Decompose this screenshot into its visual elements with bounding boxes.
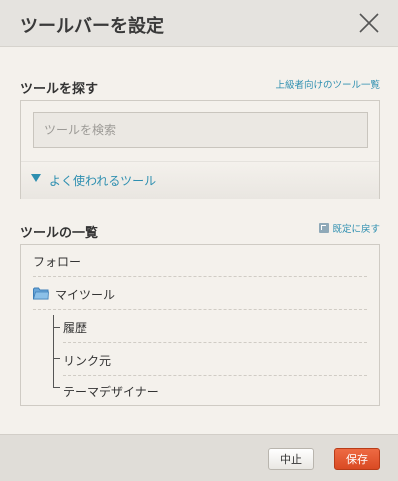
tool-list-heading: ツールの一覧 <box>20 226 99 241</box>
tool-item-history[interactable]: 履歴 <box>63 311 367 343</box>
tool-search-input[interactable] <box>33 112 368 148</box>
triangle-down-icon <box>31 174 41 182</box>
save-button[interactable]: 保存 <box>334 448 380 470</box>
tool-item-my-tools-folder[interactable]: マイツール <box>32 278 367 310</box>
tool-item-label: フォロー <box>33 255 82 269</box>
advanced-tools-link[interactable]: 上級者向けのツール一覧 <box>275 77 380 91</box>
tool-item-referrers[interactable]: リンク元 <box>63 344 367 376</box>
restore-defaults-link[interactable]: 既定に戻す <box>319 221 380 235</box>
restore-icon <box>319 223 330 233</box>
tool-item-theme-designer[interactable]: テーマデザイナー <box>63 375 367 406</box>
tool-list: フォロー マイツール 履歴 リンク元 テーマデザイナー <box>20 244 380 406</box>
tool-item-label: リンク元 <box>63 354 112 368</box>
tool-item-follow[interactable]: フォロー <box>33 245 367 277</box>
tool-item-label: マイツール <box>55 288 116 302</box>
tree-branch-line <box>53 375 61 388</box>
frequent-tools-toggle[interactable]: よく使われるツール <box>21 161 379 199</box>
tree-branch-line <box>53 346 61 359</box>
frequent-tools-label: よく使われるツール <box>49 174 157 188</box>
search-panel: よく使われるツール <box>20 100 380 199</box>
tree-branch-line <box>53 315 61 328</box>
tool-item-label: テーマデザイナー <box>63 385 159 399</box>
cancel-button[interactable]: 中止 <box>268 448 314 470</box>
find-tools-heading: ツールを探す <box>20 82 99 97</box>
dialog-header: ツールバーを設定 <box>0 0 398 47</box>
folder-icon <box>32 287 49 303</box>
dialog-title: ツールバーを設定 <box>20 16 164 37</box>
restore-defaults-label: 既定に戻す <box>332 224 380 235</box>
tool-item-label: 履歴 <box>63 321 88 335</box>
dialog-footer: 中止 保存 <box>0 434 398 481</box>
close-icon[interactable] <box>358 12 380 34</box>
toolbar-settings-dialog: ツールバーを設定 ツールを探す 上級者向けのツール一覧 よく使われるツール ツー… <box>0 0 398 481</box>
